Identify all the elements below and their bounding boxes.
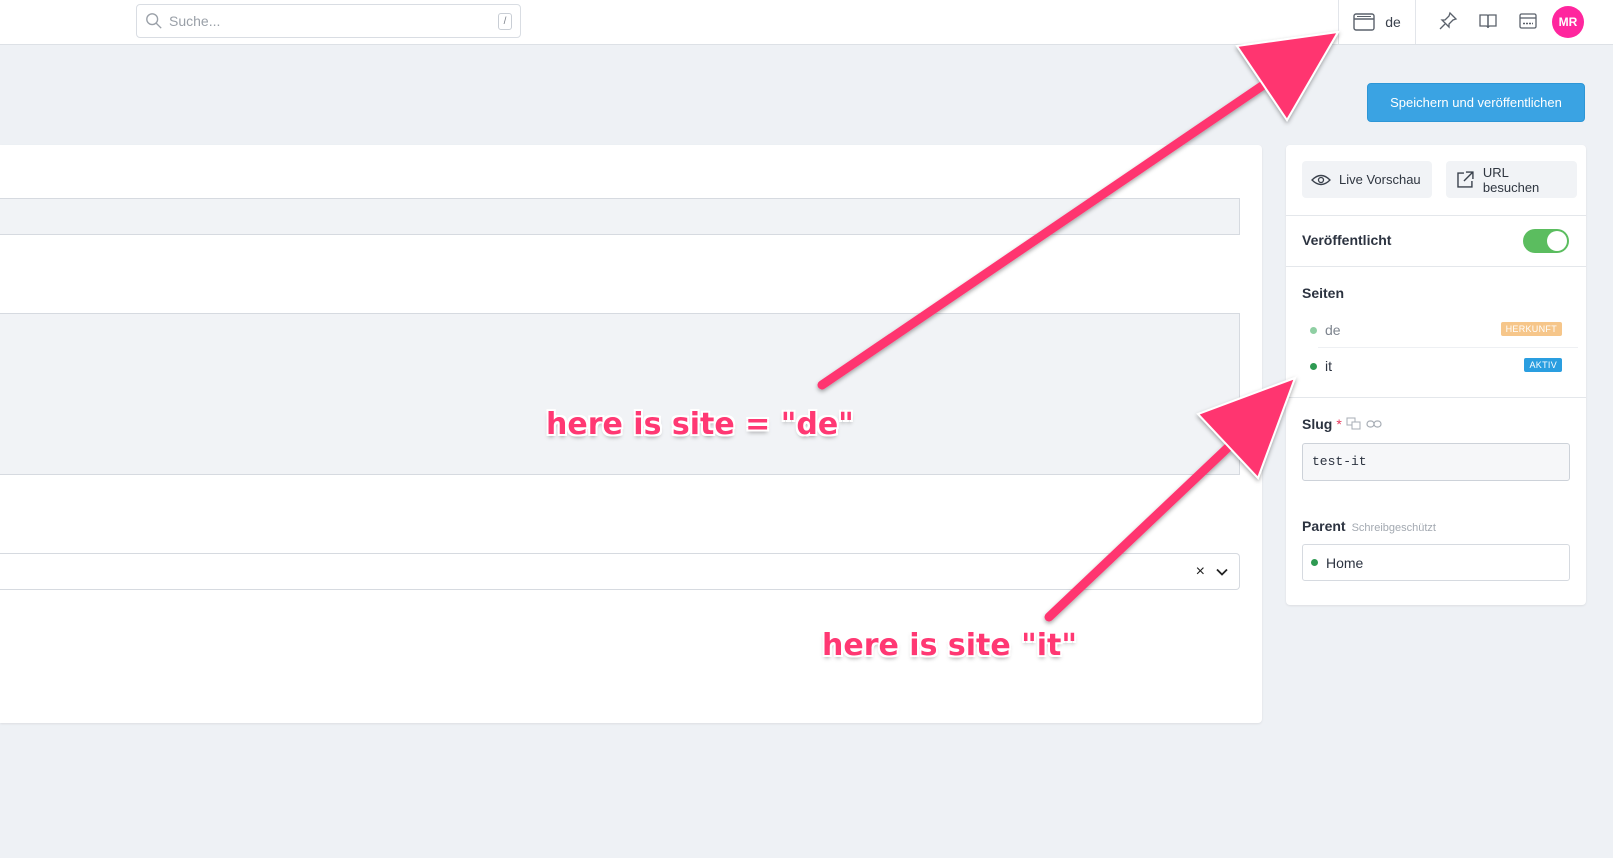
readonly-hint: Schreibgeschützt	[1351, 522, 1436, 534]
website-icon[interactable]	[1518, 11, 1538, 31]
site-name: it	[1325, 358, 1332, 374]
parent-field: Home	[1302, 544, 1570, 581]
live-preview-button[interactable]: Live Vorschau	[1302, 161, 1432, 198]
parent-status-dot	[1311, 559, 1318, 566]
origin-badge: HERKUNFT	[1500, 322, 1562, 336]
site-status-dot	[1310, 362, 1317, 370]
save-and-publish-button[interactable]: Speichern und veröffentlichen	[1367, 83, 1585, 122]
content-field[interactable]	[0, 313, 1240, 475]
published-label: Veröffentlicht	[1302, 232, 1392, 248]
publish-sidebar: Live Vorschau URL besuchen Veröffentlich…	[1286, 145, 1586, 605]
toggle-knob	[1547, 231, 1567, 251]
active-badge: AKTIV	[1524, 358, 1562, 372]
slug-label: Slug	[1302, 416, 1333, 432]
annotation-site-it: here is site "it"	[822, 628, 1078, 663]
relationship-select[interactable]: ×	[0, 553, 1240, 590]
translate-icon[interactable]	[1346, 417, 1362, 431]
required-mark: *	[1336, 416, 1342, 432]
divider	[1286, 215, 1586, 216]
search-input[interactable]	[169, 13, 499, 29]
parent-label: Parent	[1302, 518, 1346, 534]
chevron-down-icon[interactable]	[1215, 565, 1229, 579]
search-shortcut-hint: /	[498, 13, 512, 30]
book-icon[interactable]	[1478, 11, 1498, 31]
user-avatar[interactable]: MR	[1552, 6, 1584, 38]
parent-value: Home	[1326, 554, 1364, 571]
title-field[interactable]	[0, 198, 1240, 235]
visit-url-label: URL besuchen	[1482, 164, 1540, 195]
annotation-site-de: here is site = "de"	[546, 407, 854, 442]
slug-label-row: Slug *	[1302, 416, 1382, 432]
eye-icon	[1311, 174, 1331, 185]
site-status-dot	[1310, 326, 1317, 334]
link-icon[interactable]	[1366, 419, 1382, 429]
top-bar: / de MR	[0, 0, 1613, 45]
divider	[1286, 397, 1586, 398]
browser-window-icon	[1353, 13, 1375, 31]
sites-label: Seiten	[1302, 285, 1345, 301]
global-search[interactable]: /	[136, 4, 521, 38]
divider	[1318, 347, 1578, 348]
current-site-label: de	[1385, 14, 1401, 30]
search-icon	[146, 13, 162, 29]
clear-selection-icon[interactable]: ×	[1196, 563, 1205, 581]
external-link-icon	[1457, 170, 1474, 188]
divider	[1286, 266, 1586, 267]
published-toggle[interactable]	[1523, 229, 1569, 253]
parent-label-row: Parent Schreibgeschützt	[1302, 518, 1436, 534]
slug-input[interactable]: test-it	[1302, 443, 1570, 481]
site-switcher[interactable]: de	[1338, 0, 1416, 44]
visit-url-button[interactable]: URL besuchen	[1446, 161, 1577, 198]
site-name: de	[1325, 322, 1341, 338]
site-item-de[interactable]: de HERKUNFT	[1302, 315, 1562, 345]
pin-icon[interactable]	[1438, 11, 1458, 31]
site-item-it[interactable]: it AKTIV	[1302, 351, 1562, 381]
live-preview-label: Live Vorschau	[1339, 172, 1421, 187]
